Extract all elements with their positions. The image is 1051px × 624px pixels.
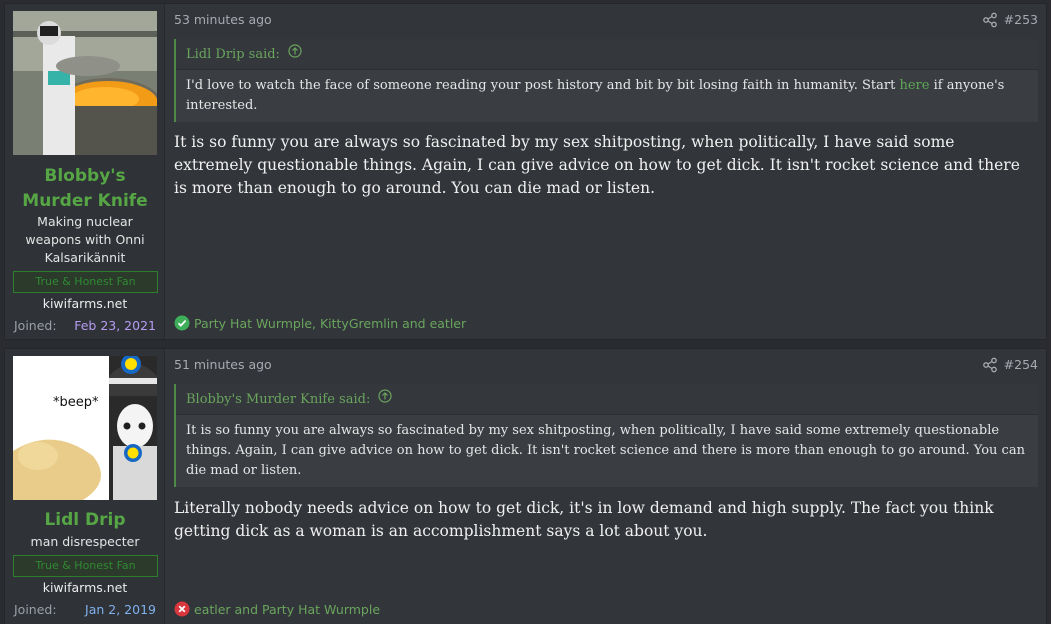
avatar-image: *beep* (13, 356, 157, 500)
quote-block: Lidl Drip said: I'd love to watch the fa… (174, 39, 1038, 122)
joined-date: Jan 2, 2019 (85, 602, 156, 617)
reactions-bar[interactable]: eatler and Party Hat Wurmple (174, 601, 380, 617)
post-number[interactable]: #253 (1004, 12, 1038, 27)
quote-text: It is so funny you are always so fascina… (186, 423, 1025, 478)
svg-text:*beep*: *beep* (53, 395, 99, 410)
quote-author[interactable]: Blobby's Murder Knife said: (186, 384, 370, 415)
user-cell: Blobby's Murder Knife Making nuclear wea… (5, 4, 165, 339)
reactions-bar[interactable]: Party Hat Wurmple, KittyGremlin and eatl… (174, 315, 466, 331)
username[interactable]: Blobby's Murder Knife (5, 164, 165, 214)
check-icon (174, 315, 190, 331)
quote-header[interactable]: Lidl Drip said: (176, 39, 1038, 70)
avatar-image (13, 11, 157, 155)
joined-label: Joined: (14, 318, 57, 333)
reactions-list[interactable]: eatler and Party Hat Wurmple (194, 602, 380, 617)
user-banner: True & Honest Fan (13, 271, 158, 293)
arrow-up-circle-icon[interactable] (288, 39, 302, 70)
user-title: man disrespecter (30, 534, 140, 549)
message-body: It is so funny you are always so fascina… (174, 133, 1020, 197)
user-site: kiwifarms.net (42, 580, 128, 595)
user-site: kiwifarms.net (42, 296, 128, 311)
post-main: 53 minutes ago #253 Lidl Drip said: I'd … (165, 4, 1046, 339)
quote-author[interactable]: Lidl Drip said: (186, 39, 280, 70)
arrow-up-circle-icon[interactable] (378, 384, 392, 415)
message-body: Literally nobody needs advice on how to … (174, 499, 994, 540)
reactions-list[interactable]: Party Hat Wurmple, KittyGremlin and eatl… (194, 316, 466, 331)
quote-block: Blobby's Murder Knife said: It is so fun… (174, 384, 1038, 487)
post-time[interactable]: 51 minutes ago (174, 357, 272, 372)
post-253: Blobby's Murder Knife Making nuclear wea… (4, 3, 1047, 340)
quote-header[interactable]: Blobby's Murder Knife said: (176, 384, 1038, 415)
joined-date: Feb 23, 2021 (74, 318, 156, 333)
share-icon[interactable] (982, 357, 998, 373)
post-main: 51 minutes ago #254 Blobby's Murder Knif… (165, 349, 1046, 624)
user-cell: *beep* Lidl Drip man disrespecter True &… (5, 349, 165, 624)
avatar[interactable]: *beep* (13, 356, 157, 500)
x-icon (174, 601, 190, 617)
user-banner: True & Honest Fan (13, 555, 158, 577)
joined-label: Joined: (14, 602, 57, 617)
share-icon[interactable] (982, 12, 998, 28)
quote-link[interactable]: here (899, 78, 929, 93)
user-title: Making nuclear weapons with Onni Kalsari… (25, 214, 145, 265)
avatar[interactable] (13, 11, 157, 155)
quote-text: I'd love to watch the face of someone re… (186, 78, 1005, 113)
post-254: *beep* Lidl Drip man disrespecter True &… (4, 348, 1047, 624)
username[interactable]: Lidl Drip (5, 508, 165, 533)
post-number[interactable]: #254 (1004, 357, 1038, 372)
post-time[interactable]: 53 minutes ago (174, 12, 272, 27)
